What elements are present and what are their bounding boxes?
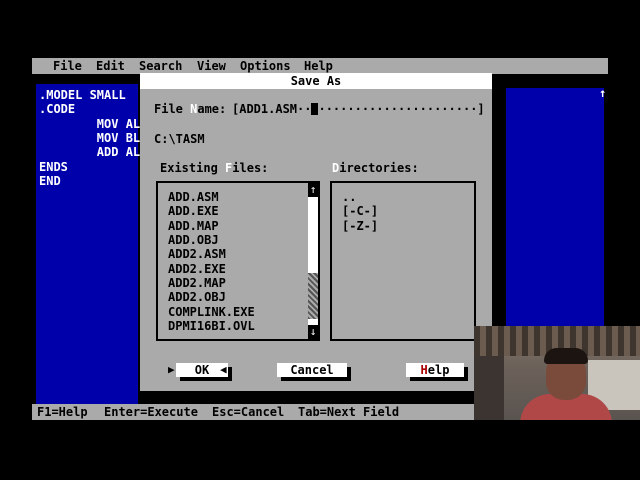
list-item[interactable]: ADD2.MAP [168, 276, 226, 290]
files-scrollbar[interactable]: ↑ ↓ [308, 183, 318, 339]
editor-pane[interactable]: .MODEL SMALL .CODE MOV AL MOV BL ADD AL … [36, 84, 141, 404]
existing-files-label: Existing Files: [160, 161, 269, 175]
menu-view[interactable]: View [197, 59, 226, 73]
status-execute: Enter=Execute [104, 405, 198, 419]
list-item[interactable]: [-Z-] [342, 219, 378, 233]
list-item[interactable]: ADD2.EXE [168, 262, 226, 276]
ok-pointer-left-icon: ▶ [168, 363, 175, 376]
code-line: ADD AL [39, 145, 141, 159]
list-item[interactable]: COMPLINK.EXE [168, 305, 255, 319]
list-item[interactable]: ADD.EXE [168, 204, 219, 218]
status-help: F1=Help [37, 405, 88, 419]
list-item[interactable]: ADD.MAP [168, 219, 219, 233]
scroll-up-arrow-icon[interactable]: ↑ [599, 86, 606, 100]
filename-input[interactable]: [ADD1.ASM·· ······················] [232, 102, 485, 116]
directories-label: Directories: [332, 161, 419, 175]
code-line: ENDS [39, 160, 68, 174]
current-directory: C:\TASM [154, 132, 205, 146]
code-line: MOV BL [39, 131, 141, 145]
help-button[interactable]: Help [406, 363, 464, 377]
menu-file[interactable]: File [53, 59, 82, 73]
dialog-title: Save As [140, 73, 492, 89]
list-item[interactable]: ADD2.OBJ [168, 290, 226, 304]
list-item[interactable]: [-C-] [342, 204, 378, 218]
menu-search[interactable]: Search [139, 59, 182, 73]
cancel-button[interactable]: Cancel [277, 363, 347, 377]
list-item[interactable]: ADD2.ASM [168, 247, 226, 261]
scroll-thumb[interactable] [308, 273, 318, 319]
status-cancel: Esc=Cancel [212, 405, 285, 419]
status-next-field: Tab=Next Field [298, 405, 400, 419]
list-item[interactable]: ADD.ASM [168, 190, 219, 204]
webcam-person [544, 348, 588, 364]
code-line: .MODEL SMALL [39, 88, 126, 102]
list-item[interactable]: DPMI16BI.OVL [168, 319, 255, 333]
scroll-up-icon[interactable]: ↑ [308, 183, 318, 197]
webcam-overlay [474, 326, 640, 420]
list-item[interactable]: .. [342, 190, 356, 204]
save-as-dialog: Save As File Name: [ADD1.ASM·· ··········… [140, 73, 492, 391]
editor-pane-right [506, 88, 604, 354]
code-line: .CODE [39, 102, 76, 116]
filename-label: File Name: [154, 102, 227, 116]
code-line: MOV AL [39, 117, 141, 131]
ok-pointer-right-icon: ◀ [220, 363, 227, 376]
scroll-down-icon[interactable]: ↓ [308, 325, 318, 339]
files-list[interactable]: ADD.ASM ADD.EXE ADD.MAP ADD.OBJ ADD2.ASM… [156, 181, 320, 341]
menu-options[interactable]: Options [240, 59, 291, 73]
menu-edit[interactable]: Edit [96, 59, 125, 73]
webcam-background [474, 356, 504, 420]
menu-help[interactable]: Help [304, 59, 333, 73]
menu-bar: File Edit Search View Options Help [32, 58, 608, 74]
code-line: END [39, 174, 61, 188]
list-item[interactable]: ADD.OBJ [168, 233, 219, 247]
directories-list[interactable]: .. [-C-] [-Z-] [330, 181, 476, 341]
